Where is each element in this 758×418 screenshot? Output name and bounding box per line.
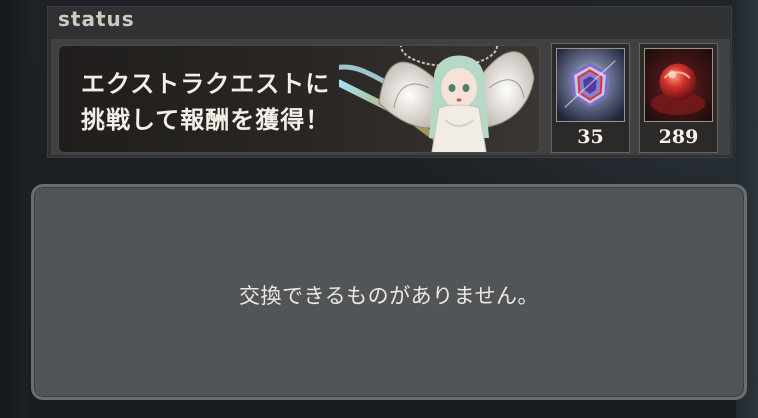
empty-exchange-message: 交換できるものがありません。 [239, 284, 539, 308]
exchange-message-panel: 交換できるものがありません。 [31, 184, 747, 400]
item-card-orb[interactable]: 289 [639, 43, 718, 153]
extra-quest-banner[interactable]: エクストラクエストに 挑戦して報酬を獲得！ [58, 45, 540, 153]
item-count: 35 [577, 126, 604, 148]
left-edge [0, 0, 28, 418]
angel-character-icon [339, 46, 535, 152]
crystal-shield-icon [556, 48, 625, 122]
item-count: 289 [658, 126, 699, 148]
banner-line-1: エクストラクエストに [81, 70, 331, 98]
status-title: status [58, 7, 135, 31]
banner-line-2: 挑戦して報酬を獲得！ [81, 106, 331, 134]
item-card-crystal[interactable]: 35 [551, 43, 630, 153]
banner-text: エクストラクエストに 挑戦して報酬を獲得！ [81, 66, 330, 138]
red-orb-icon [644, 48, 713, 122]
